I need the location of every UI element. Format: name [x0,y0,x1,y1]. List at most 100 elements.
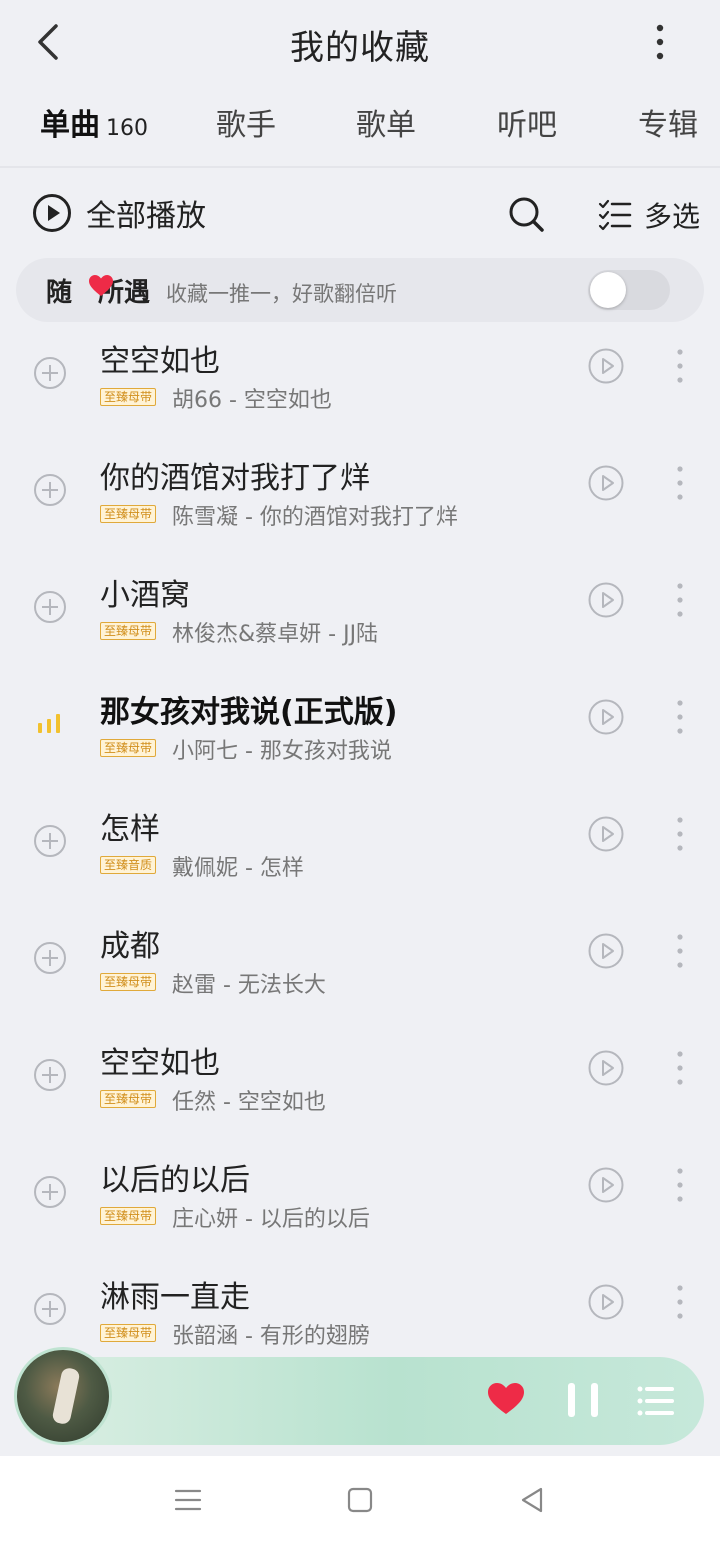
song-row[interactable]: 你的酒馆对我打了烊 至臻母带 陈雪凝 - 你的酒馆对我打了烊 [0,447,720,557]
category-tabs: 单曲 160 歌手 歌单 听吧 专辑 [0,100,720,160]
heart-icon[interactable] [486,1381,526,1417]
more-button[interactable] [640,20,680,64]
back-nav-button[interactable] [512,1484,552,1516]
checklist-icon [598,199,632,231]
play-circle-icon[interactable] [588,816,624,852]
add-icon[interactable] [33,590,67,624]
back-triangle-icon [521,1487,543,1513]
home-button[interactable] [340,1484,380,1516]
song-more-button[interactable] [668,814,692,854]
tab-count: 160 [106,116,148,141]
search-icon [509,197,544,232]
divider [0,166,720,168]
quality-badge: 至臻母带 [100,505,157,523]
song-more-button[interactable] [668,346,692,386]
playlist-queue-icon[interactable] [636,1383,676,1419]
play-circle-icon[interactable] [588,465,624,501]
song-artist-album: 庄心妍 - 以后的以后 [172,1207,370,1232]
quality-badge: 至臻母带 [100,739,157,757]
song-artist-album: 林俊杰&蔡卓妍 - JJ陆 [172,622,379,647]
now-playing-bars-icon [38,714,60,733]
song-row[interactable]: 小酒窝 至臻母带 林俊杰&蔡卓妍 - JJ陆 [0,564,720,674]
play-all-button[interactable]: 全部播放 [32,191,206,235]
song-row[interactable]: 以后的以后 至臻母带 庄心妍 - 以后的以后 [0,1149,720,1259]
song-more-button[interactable] [668,1165,692,1205]
tab-singles[interactable]: 单曲 160 [40,100,148,144]
tab-tingba[interactable]: 听吧 [497,100,557,144]
song-title: 成都 [100,929,160,964]
song-artist-album: 任然 - 空空如也 [172,1090,326,1115]
more-vertical-icon [677,700,683,734]
favorites-page: 我的收藏 单曲 160 歌手 歌单 听吧 专辑 全部播放 多选 随 所遇 收藏一… [0,0,720,1543]
song-more-button[interactable] [668,1282,692,1322]
song-row-playing[interactable]: 那女孩对我说(正式版) 至臻母带 小阿七 - 那女孩对我说 [0,681,720,791]
play-circle-icon[interactable] [588,1284,624,1320]
song-more-button[interactable] [668,580,692,620]
song-title: 空空如也 [100,344,220,379]
quality-badge: 至臻母带 [100,388,157,406]
tab-albums[interactable]: 专辑 [638,100,698,144]
pause-button[interactable] [568,1383,598,1419]
song-row[interactable]: 空空如也 至臻母带 任然 - 空空如也 [0,1032,720,1142]
song-row[interactable]: 成都 至臻母带 赵雷 - 无法长大 [0,915,720,1025]
song-row[interactable]: 空空如也 至臻母带 胡66 - 空空如也 [0,330,720,440]
heart-icon [89,275,113,296]
song-title: 淋雨一直走 [100,1280,250,1315]
random-encounter-bar: 随所遇 收藏一推一，好歌翻倍听 [16,258,704,322]
recent-apps-button[interactable] [168,1484,208,1516]
more-vertical-icon [677,1051,683,1085]
album-art[interactable] [14,1347,112,1445]
tab-playlists[interactable]: 歌单 [356,100,416,144]
quality-badge: 至臻母带 [100,973,157,991]
quality-badge: 至臻母带 [100,622,157,640]
top-bar: 我的收藏 [0,0,720,84]
page-title: 我的收藏 [290,28,430,68]
add-icon[interactable] [33,824,67,858]
quality-badge: 至臻母带 [100,1207,157,1225]
tab-singers[interactable]: 歌手 [216,100,276,144]
song-more-button[interactable] [668,1048,692,1088]
add-icon[interactable] [33,1292,67,1326]
more-vertical-icon [677,817,683,851]
play-circle-icon[interactable] [588,1167,624,1203]
pause-icon-bar-left [568,1383,575,1417]
more-vertical-icon [656,24,664,60]
quality-badge: 至臻母带 [100,1090,157,1108]
song-more-button[interactable] [668,463,692,503]
song-artist-album: 小阿七 - 那女孩对我说 [172,739,392,764]
pause-icon-bar-right [591,1383,598,1417]
play-circle-icon[interactable] [588,582,624,618]
play-circle-icon[interactable] [588,933,624,969]
home-square-icon [347,1487,373,1513]
search-button[interactable] [505,193,549,237]
mini-player[interactable] [14,1347,704,1445]
random-title-prefix: 随 [46,278,73,308]
menu-icon [174,1489,202,1511]
add-icon[interactable] [33,473,67,507]
play-circle-icon[interactable] [588,1050,624,1086]
add-icon[interactable] [33,941,67,975]
more-vertical-icon [677,466,683,500]
play-circle-icon[interactable] [588,699,624,735]
song-artist-album: 张韶涵 - 有形的翅膀 [172,1324,370,1349]
more-vertical-icon [677,934,683,968]
song-artist-album: 陈雪凝 - 你的酒馆对我打了烊 [172,505,458,530]
song-row[interactable]: 怎样 至臻音质 戴佩妮 - 怎样 [0,798,720,908]
add-icon[interactable] [33,356,67,390]
quality-badge: 至臻音质 [100,856,157,874]
multi-select-label: 多选 [644,200,701,233]
quality-badge: 至臻母带 [100,1324,157,1342]
tab-label: 单曲 [40,108,100,143]
add-icon[interactable] [33,1058,67,1092]
song-more-button[interactable] [668,931,692,971]
song-more-button[interactable] [668,697,692,737]
multi-select-button[interactable]: 多选 [598,195,700,235]
play-circle-icon [33,194,71,232]
random-encounter-toggle[interactable] [588,270,670,310]
song-artist-album: 戴佩妮 - 怎样 [172,856,304,881]
add-icon[interactable] [33,1175,67,1209]
system-navigation-bar [0,1456,720,1543]
song-title: 你的酒馆对我打了烊 [100,461,370,496]
play-circle-icon[interactable] [588,348,624,384]
song-title: 空空如也 [100,1046,220,1081]
